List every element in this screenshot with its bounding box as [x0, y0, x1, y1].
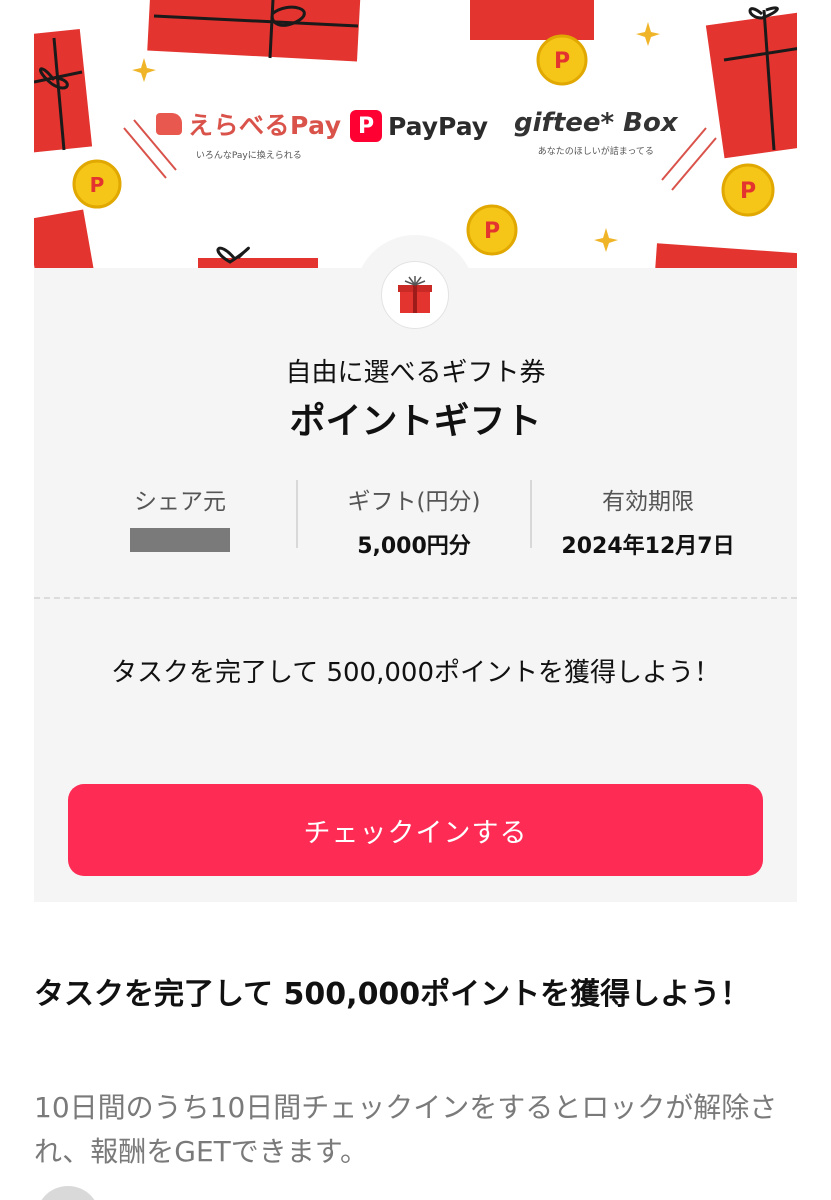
sparkle-icon — [132, 58, 156, 82]
sharer-name-redacted — [130, 528, 230, 552]
coin-icon: P — [721, 163, 775, 217]
expiry-column: 有効期限 2024年12月7日 — [532, 480, 764, 559]
gift-subtitle: 自由に選べるギフト券 — [285, 358, 546, 388]
svg-text:P: P — [484, 219, 500, 244]
gift-amount-label: ギフト(円分) — [347, 489, 481, 515]
svg-text:P: P — [740, 179, 756, 204]
gift-icon-circle — [381, 261, 449, 329]
paypay-name: PayPay — [388, 111, 489, 141]
gift-amount-value: 5,000円分 — [357, 534, 471, 559]
erabel-pay-name: えらべるPay — [188, 111, 342, 140]
avatar — [36, 1186, 100, 1200]
task-section-title: タスクを完了して 500,000ポイントを獲得しよう！ — [34, 977, 751, 1012]
gift-box-decoration-top — [147, 0, 361, 62]
erabel-pay-tagline: いろんなPayに換えられる — [195, 151, 302, 161]
sharer-column: シェア元 — [64, 480, 296, 552]
gift-icon-badge — [355, 235, 475, 355]
coin-icon: P — [536, 34, 588, 86]
giftee-box-logo: giftee* Box あなたのほしいが詰まってる — [514, 108, 678, 157]
gift-box-decoration-right — [705, 6, 797, 159]
giftee-box-tagline: あなたのほしいが詰まってる — [537, 147, 654, 157]
gift-box-icon — [398, 276, 432, 313]
promo-banner: P P P P えらべるPay いろんなPayに換えられる P PayPay g… — [34, 0, 797, 268]
gift-card: 自由に選べるギフト券 ポイントギフト シェア元 ギフト(円分) 5,000円分 … — [34, 235, 797, 902]
sparkle-icon — [594, 228, 618, 252]
erabel-pay-logo: えらべるPay いろんなPayに換えられる — [156, 106, 342, 161]
svg-text:P: P — [90, 173, 105, 197]
gift-box-decoration-bottom — [198, 246, 318, 268]
task-section-description: 10日間のうち10日間チェックインをするとロックが解除され、報酬をGETできます… — [34, 1091, 778, 1168]
coin-icon: P — [72, 159, 122, 209]
checkin-button[interactable]: チェックインする — [68, 784, 763, 876]
gift-amount-column: ギフト(円分) 5,000円分 — [298, 480, 530, 559]
gift-box-decoration-left — [34, 28, 93, 153]
svg-text:P: P — [554, 49, 570, 74]
giftee-box-name: giftee* Box — [514, 108, 678, 138]
sparkle-icon — [636, 22, 660, 46]
dashed-separator — [34, 597, 797, 599]
expiry-label: 有効期限 — [602, 489, 694, 515]
gift-box-decoration-bottom-right — [654, 243, 797, 268]
task-headline: タスクを完了して 500,000ポイントを獲得しよう！ — [110, 658, 720, 688]
paypay-logo: P PayPay — [350, 110, 488, 142]
gift-box-decoration-top-right — [470, 0, 594, 40]
gift-box-decoration-bottom-left — [34, 209, 94, 268]
expiry-value: 2024年12月7日 — [561, 534, 735, 559]
gift-info-row: シェア元 ギフト(円分) 5,000円分 有効期限 2024年12月7日 — [64, 480, 764, 559]
coin-icon: P — [466, 204, 518, 256]
erabel-pay-mark-icon — [156, 113, 182, 135]
gift-title: ポイントギフト — [289, 401, 542, 442]
paypay-mark-icon: P — [350, 110, 382, 142]
sharer-label: シェア元 — [134, 489, 226, 515]
